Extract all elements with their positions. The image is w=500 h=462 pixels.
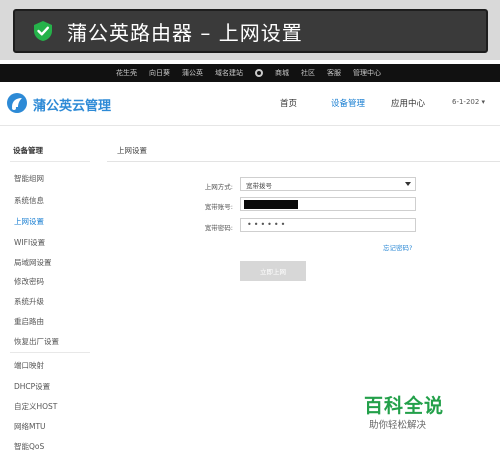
app-header: 蒲公英云管理 首页 设备管理 应用中心 6-1-202 ▾	[0, 82, 500, 126]
ring-icon[interactable]	[255, 69, 263, 77]
redacted-value	[244, 200, 298, 209]
page-title: 上网设置	[117, 146, 147, 155]
top-nav-item[interactable]: 社区	[301, 68, 315, 78]
user-menu[interactable]: 6-1-202 ▾	[452, 98, 485, 106]
watermark-subtitle: 助你轻松解决	[369, 420, 427, 431]
divider	[10, 352, 90, 353]
sidebar-item-qos[interactable]: 智能QoS	[14, 441, 44, 452]
sidebar-item-smart-network[interactable]: 智能组网	[14, 173, 44, 184]
top-nav-item[interactable]: 域名建站	[215, 68, 243, 78]
top-nav-item[interactable]: 客服	[327, 68, 341, 78]
mode-label: 上网方式:	[204, 183, 233, 191]
top-nav-item[interactable]: 向日葵	[149, 68, 170, 78]
broadband-password-input[interactable]: ••••••	[240, 218, 416, 232]
top-nav-item[interactable]: 花生壳	[116, 68, 137, 78]
account-label: 宽带账号:	[204, 203, 233, 211]
divider	[10, 161, 90, 162]
tutorial-banner-area: 蒲公英路由器 – 上网设置	[0, 0, 500, 60]
chevron-down-icon	[405, 182, 411, 186]
connection-mode-value: 宽带拨号	[246, 182, 272, 190]
sidebar-item-wifi[interactable]: WIFI设置	[14, 237, 45, 248]
sidebar-item-internet-settings[interactable]: 上网设置	[14, 216, 44, 227]
sidebar-item-system-info[interactable]: 系统信息	[14, 195, 44, 206]
check-shield-icon	[32, 20, 54, 42]
sidebar-item-upgrade[interactable]: 系统升级	[14, 296, 44, 307]
main-nav: 首页 设备管理 应用中心	[0, 97, 500, 113]
sidebar-item-reboot[interactable]: 重启路由	[14, 316, 44, 327]
password-label: 宽带密码:	[204, 224, 233, 232]
nav-home[interactable]: 首页	[280, 97, 297, 109]
sidebar-item-change-password[interactable]: 修改密码	[14, 276, 44, 287]
sidebar-item-port-mapping[interactable]: 端口映射	[14, 360, 44, 371]
nav-device-management[interactable]: 设备管理	[331, 97, 365, 109]
sidebar: 设备管理 智能组网 系统信息 上网设置 WIFI设置 局域网设置 修改密码 系统…	[0, 141, 92, 462]
sidebar-item-mtu[interactable]: 网络MTU	[14, 421, 46, 432]
watermark-title: 百科全说	[364, 395, 445, 417]
connect-button[interactable]: 立即上网	[240, 261, 306, 281]
tutorial-banner: 蒲公英路由器 – 上网设置	[13, 9, 488, 53]
top-nav-item[interactable]: 管理中心	[353, 68, 381, 78]
divider	[107, 161, 500, 162]
password-dots: ••••••	[247, 220, 288, 229]
sidebar-item-factory-reset[interactable]: 恢复出厂设置	[14, 336, 59, 347]
sidebar-item-custom-host[interactable]: 自定义HOST	[14, 401, 57, 412]
broadband-account-input[interactable]	[240, 197, 416, 211]
sidebar-item-lan[interactable]: 局域网设置	[14, 257, 52, 268]
sidebar-title: 设备管理	[13, 146, 43, 155]
top-nav-item[interactable]: 商城	[275, 68, 289, 78]
top-nav-item[interactable]: 蒲公英	[182, 68, 203, 78]
top-nav-bar: 花生壳 向日葵 蒲公英 域名建站 商城 社区 客服 管理中心	[0, 64, 500, 82]
forgot-password-link[interactable]: 忘记密码?	[383, 242, 412, 252]
sidebar-item-dhcp[interactable]: DHCP设置	[14, 381, 50, 392]
connection-mode-select[interactable]: 宽带拨号	[240, 177, 416, 191]
banner-title: 蒲公英路由器 – 上网设置	[67, 20, 303, 45]
nav-app-center[interactable]: 应用中心	[391, 97, 425, 109]
